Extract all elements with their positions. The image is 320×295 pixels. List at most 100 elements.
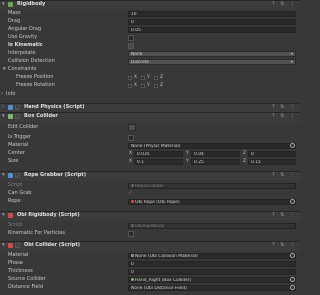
source-collider-value: Hand_Right (Box Collider) — [135, 278, 192, 283]
foldout-arrow-icon[interactable]: ▾ — [2, 243, 5, 248]
component-menu-icons[interactable]: ? ⇅ ⋮ — [272, 2, 297, 7]
rg-script-row: Script RopeGrabber — [0, 182, 300, 190]
freeze-pos-z-checkbox[interactable] — [154, 76, 158, 80]
bc-material-row: Material None (Physic Material) — [0, 142, 300, 150]
bc-material-field[interactable]: None (Physic Material) — [128, 143, 296, 149]
rigidbody-header[interactable]: ▾ Rigidbody ? ⇅ ⋮ — [0, 0, 300, 9]
center-x-label: X — [129, 151, 133, 156]
collision-detection-dropdown[interactable]: Discrete — [128, 59, 296, 65]
size-y-label: Y — [186, 159, 189, 164]
script-file-icon — [131, 184, 134, 187]
center-y-field[interactable]: 0.04 — [191, 151, 240, 157]
rigidbody-icon — [8, 2, 13, 7]
object-picker-icon[interactable] — [290, 199, 295, 204]
drag-row: Drag 0 — [0, 18, 300, 26]
obi-rigidbody-header[interactable]: ▾ Obi Rigidbody (Script) ? ⇅ ⋮ — [0, 211, 300, 221]
is-trigger-row: Is Trigger — [0, 134, 300, 142]
edit-collider-label: Edit Collider — [8, 124, 39, 130]
obi-rope-icon — [131, 200, 134, 203]
object-picker-icon[interactable] — [290, 285, 295, 290]
use-gravity-checkbox[interactable] — [128, 35, 134, 41]
center-x-field[interactable]: 0.035 — [134, 151, 183, 157]
info-fold-icon[interactable]: › — [1, 92, 3, 97]
mass-label: Mass — [8, 10, 21, 16]
freeze-pos-y-checkbox[interactable] — [141, 76, 145, 80]
drag-label: Drag — [8, 18, 21, 24]
freeze-pos-x-checkbox[interactable] — [128, 76, 132, 80]
is-trigger-checkbox[interactable] — [128, 135, 134, 141]
distance-field-field[interactable]: None (Obi Distance Field) — [128, 285, 296, 291]
source-collider-label: Source Collider — [8, 276, 46, 282]
can-grab-check-icon[interactable]: ✓ — [128, 190, 133, 196]
edit-collider-button[interactable] — [128, 124, 136, 131]
kinematic-particles-row: Kinematic For Particles — [0, 230, 300, 238]
interpolate-dropdown[interactable]: None — [128, 51, 296, 57]
foldout-arrow-icon[interactable]: › — [2, 105, 4, 110]
use-gravity-label: Use Gravity — [8, 34, 38, 40]
size-x-label: X — [129, 159, 133, 164]
phase-row: Phase 0 — [0, 260, 300, 268]
angular-drag-field[interactable]: 0.05 — [128, 27, 296, 33]
rope-grabber-title: Rope Grabber (Script) — [24, 172, 86, 178]
info-row[interactable]: › Info — [0, 91, 300, 99]
or-script-value: ObiRigidbody — [135, 224, 165, 229]
source-collider-field[interactable]: Hand_Right (Box Collider) — [128, 277, 296, 283]
rope-row: Rope Obi Rope (Obi Rope) — [0, 198, 300, 206]
oc-material-row: Material None (Obi Collision Material) — [0, 252, 300, 260]
rg-script-label: Script — [8, 182, 23, 188]
thickness-field[interactable]: 0 — [128, 269, 296, 275]
rg-script-value: RopeGrabber — [135, 184, 165, 189]
box-collider-header[interactable]: ▾ ✓ Box Collider ? ⇅ ⋮ — [0, 112, 300, 122]
kinematic-particles-checkbox[interactable] — [128, 231, 134, 237]
center-z-field[interactable]: 0 — [248, 151, 296, 157]
component-menu-icons[interactable]: ? ⇅ ⋮ — [272, 105, 297, 110]
is-kinematic-checkbox[interactable] — [128, 43, 134, 49]
constraints-label: Constraints — [8, 66, 37, 72]
rope-field[interactable]: Obi Rope (Obi Rope) — [128, 199, 296, 205]
component-menu-icons[interactable]: ? ⇅ ⋮ — [272, 213, 297, 218]
component-menu-icons[interactable]: ? ⇅ ⋮ — [272, 173, 297, 178]
kinematic-particles-label: Kinematic For Particles — [8, 230, 66, 236]
hand-physics-enabled-checkbox[interactable]: ✓ — [15, 105, 20, 110]
is-kinematic-label: Is Kinematic — [8, 42, 43, 48]
can-grab-label: Can Grab — [8, 190, 32, 196]
object-picker-icon[interactable] — [290, 253, 295, 258]
constraints-fold-icon[interactable]: ▾ — [3, 67, 6, 72]
freeze-rot-x-label: X — [134, 83, 138, 88]
foldout-arrow-icon[interactable]: ▾ — [2, 173, 5, 178]
source-collider-row: Source Collider Hand_Right (Box Collider… — [0, 276, 300, 284]
freeze-pos-x-label: X — [134, 75, 138, 80]
angular-drag-label: Angular Drag — [8, 26, 42, 32]
freeze-rot-y-checkbox[interactable] — [141, 84, 145, 88]
oc-material-label: Material — [8, 252, 29, 258]
size-x-field[interactable]: 0.1 — [134, 159, 183, 165]
freeze-rotation-label: Freeze Rotation — [16, 82, 55, 88]
freeze-rot-y-label: Y — [147, 83, 150, 88]
component-menu-icons[interactable]: ? ⇅ ⋮ — [272, 114, 297, 119]
rope-value: Obi Rope (Obi Rope) — [135, 200, 180, 205]
freeze-rot-z-label: Z — [160, 83, 164, 88]
size-z-field[interactable]: 0.15 — [248, 159, 296, 165]
is-trigger-label: Is Trigger — [8, 134, 31, 140]
obi-collider-enabled-checkbox[interactable]: ✓ — [15, 243, 20, 248]
freeze-rot-z-checkbox[interactable] — [154, 84, 158, 88]
obi-collider-header[interactable]: ▾ ✓ Obi Collider (Script) ? ⇅ ⋮ — [0, 241, 300, 251]
component-menu-icons[interactable]: ? ⇅ ⋮ — [272, 243, 297, 248]
foldout-arrow-icon[interactable]: ▾ — [2, 114, 5, 119]
constraints-row[interactable]: ▾ Constraints — [0, 66, 300, 74]
object-picker-icon[interactable] — [290, 143, 295, 148]
phase-field[interactable]: 0 — [128, 261, 296, 267]
drag-field[interactable]: 0 — [128, 19, 296, 25]
interpolate-label: Interpolate — [8, 50, 36, 56]
rope-grabber-enabled-checkbox[interactable]: ✓ — [15, 173, 20, 178]
mass-field[interactable]: 10 — [128, 11, 296, 17]
oc-material-field[interactable]: None (Obi Collision Material) — [128, 253, 296, 259]
foldout-arrow-icon[interactable]: ▾ — [2, 2, 5, 7]
bc-material-label: Material — [8, 142, 29, 148]
box-collider-enabled-checkbox[interactable]: ✓ — [15, 114, 20, 119]
freeze-rot-x-checkbox[interactable] — [128, 84, 132, 88]
foldout-arrow-icon[interactable]: ▾ — [2, 213, 5, 218]
size-y-field[interactable]: 0.25 — [191, 159, 240, 165]
object-picker-icon[interactable] — [290, 277, 295, 282]
rope-grabber-header[interactable]: ▾ ✓ Rope Grabber (Script) ? ⇅ ⋮ — [0, 171, 300, 181]
